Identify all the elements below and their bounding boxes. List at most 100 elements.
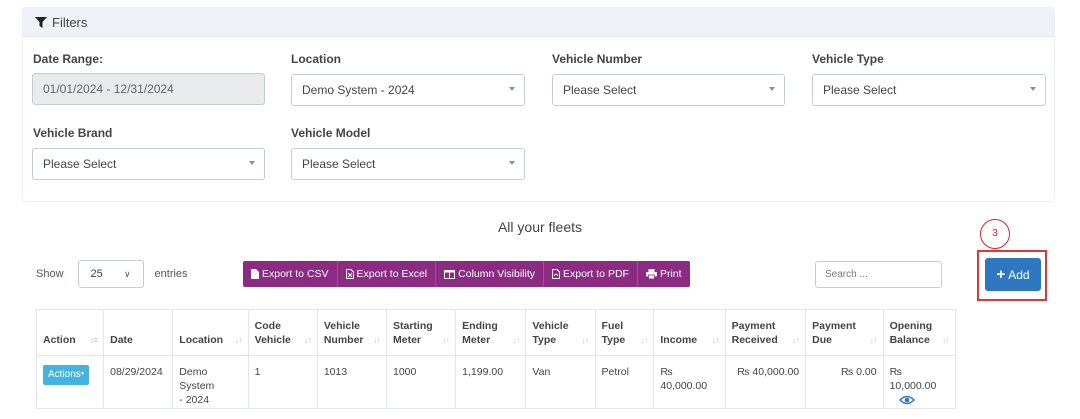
- export-excel-button[interactable]: Export to Excel: [337, 261, 437, 287]
- caret-down-icon: ▾: [80, 370, 85, 378]
- sort-icon: ↓↑: [640, 334, 648, 345]
- cell-date: 08/29/2024: [103, 355, 174, 409]
- cell-location: Demo System - 2024: [172, 355, 249, 409]
- vehicle-type-label: Vehicle Type: [812, 52, 884, 66]
- location-label: Location: [291, 52, 341, 66]
- vehicle-model-label: Vehicle Model: [291, 126, 371, 140]
- cell-action: Actions▾: [35, 355, 105, 409]
- col-income[interactable]: Income ↓↑: [653, 309, 726, 356]
- page-length-select[interactable]: 25 ∨: [77, 260, 144, 288]
- col-label-line2: Type: [601, 333, 626, 346]
- actions-label: Actions: [48, 369, 81, 380]
- date-range-input: 01/01/2024 - 12/31/2024: [32, 73, 265, 105]
- col-action-label: Action: [43, 333, 76, 346]
- cell-payment-received: ₨ 40,000.00: [724, 355, 807, 409]
- caret-down-icon: [249, 161, 255, 165]
- export-excel-label: Export to Excel: [356, 268, 428, 280]
- vehicle-type-select[interactable]: Please Select: [812, 74, 1046, 106]
- sort-icon: ↓↑: [373, 334, 381, 345]
- print-button[interactable]: Print: [637, 261, 690, 287]
- col-label-line2: Number: [323, 333, 364, 346]
- vehicle-number-value: Please Select: [563, 83, 637, 97]
- vehicle-model-value: Please Select: [302, 157, 376, 171]
- location-select[interactable]: Demo System - 2024: [291, 74, 525, 106]
- filters-header[interactable]: Filters: [23, 8, 1054, 37]
- col-date-label: Date: [110, 333, 133, 346]
- col-label-line2: Meter: [462, 333, 491, 346]
- income-amount: 40,000.00: [660, 380, 708, 393]
- sort-icon: ↓↑: [303, 334, 312, 345]
- sort-icon: ↓↑: [442, 334, 450, 345]
- col-label-line2: Type: [532, 333, 557, 346]
- export-pdf-label: Export to PDF: [563, 268, 629, 280]
- col-label-line2: Meter: [393, 333, 422, 346]
- col-starting-meter[interactable]: Starting Meter ↓↑: [385, 309, 457, 356]
- vehicle-type-value: Please Select: [823, 83, 897, 97]
- col-label-line2: Received: [731, 333, 778, 346]
- vehicle-number-label: Vehicle Number: [552, 52, 643, 66]
- vehicle-model-select[interactable]: Please Select: [291, 148, 525, 180]
- sort-icon: ↓↑: [942, 334, 950, 345]
- fleet-table: Action ↓≡ Date Location ↓↑ Code Vehicle ↓↑ V…: [35, 309, 957, 409]
- date-range-label: Date Range:: [33, 52, 104, 66]
- file-excel-icon: [345, 269, 354, 279]
- table-row: Actions▾ 08/29/2024 Demo System - 2024 1 …: [35, 355, 957, 409]
- col-vehicle-type[interactable]: Vehicle Type ↓↑: [525, 309, 596, 356]
- vehicle-number-select[interactable]: Please Select: [552, 74, 785, 106]
- col-opening-balance[interactable]: Opening Balance ↓↑: [882, 309, 957, 356]
- col-location[interactable]: Location ↓↑: [172, 309, 249, 356]
- sort-icon: ↓↑: [234, 334, 243, 345]
- search-input[interactable]: [815, 261, 942, 288]
- cell-starting-meter: 1000: [385, 355, 457, 409]
- chevron-down-icon: ∨: [123, 269, 131, 279]
- column-visibility-button[interactable]: Column Visibility: [436, 261, 544, 287]
- show-label: Show: [36, 268, 64, 280]
- step-annotation: 3: [980, 219, 1010, 249]
- file-pdf-icon: [552, 269, 560, 279]
- col-label-line1: Starting: [393, 319, 433, 332]
- vehicle-brand-select[interactable]: Please Select: [32, 148, 265, 180]
- sort-icon: ↓↑: [711, 334, 720, 345]
- sort-icon: ↓↑: [869, 334, 878, 345]
- col-label-line1: Vehicle: [323, 319, 361, 332]
- col-label-line1: Code: [254, 319, 281, 332]
- entries-label: entries: [154, 268, 188, 280]
- col-ending-meter[interactable]: Ending Meter ↓↑: [455, 309, 527, 356]
- sort-asc-icon: ↓≡: [89, 334, 98, 345]
- column-visibility-label: Column Visibility: [458, 268, 535, 280]
- caret-down-icon: [509, 87, 515, 91]
- col-date[interactable]: Date: [103, 309, 174, 356]
- file-icon: [251, 269, 259, 279]
- export-csv-button[interactable]: Export to CSV: [243, 261, 338, 287]
- print-icon: [645, 269, 657, 279]
- col-vehicle-number[interactable]: Vehicle Number ↓↑: [316, 309, 388, 356]
- sort-icon: ↓↑: [792, 334, 800, 345]
- plus-icon: +: [996, 266, 1006, 283]
- col-action[interactable]: Action ↓≡: [35, 309, 105, 356]
- cell-payment-due: ₨ 0.00: [805, 355, 884, 409]
- col-label-line2: Due: [812, 333, 832, 346]
- col-label-line1: Vehicle: [532, 319, 569, 332]
- page-length-value: 25: [90, 268, 103, 280]
- export-pdf-button[interactable]: Export to PDF: [544, 261, 638, 287]
- export-toolbar: Export to CSV Export to Excel Column Vis…: [243, 261, 690, 287]
- col-payment-due[interactable]: Payment Due ↓↑: [805, 309, 884, 356]
- add-button[interactable]: + Add: [985, 258, 1041, 291]
- filter-icon: [35, 16, 47, 28]
- actions-dropdown-button[interactable]: Actions▾: [43, 365, 90, 385]
- col-label-line1: Fuel: [601, 319, 624, 332]
- length-menu: Show 25 ∨ entries: [36, 260, 188, 288]
- date-range-value: 01/01/2024 - 12/31/2024: [43, 82, 174, 96]
- cell-ending-meter: 1,199.00: [455, 355, 527, 409]
- columns-icon: [444, 269, 456, 279]
- location-value: Demo System - 2024: [302, 83, 415, 97]
- col-code-vehicle[interactable]: Code Vehicle ↓↑: [247, 309, 318, 356]
- col-label-line2: Balance: [889, 333, 930, 346]
- cell-opening-balance: ₨ 10,000.00: [882, 355, 957, 409]
- eye-icon[interactable]: [898, 395, 915, 405]
- col-fuel-type[interactable]: Fuel Type ↓↑: [594, 309, 655, 356]
- caret-down-icon: [1030, 87, 1036, 91]
- cell-fuel-type: Petrol: [594, 355, 655, 409]
- col-payment-received[interactable]: Payment Received ↓↑: [724, 309, 807, 356]
- vehicle-brand-value: Please Select: [43, 157, 117, 171]
